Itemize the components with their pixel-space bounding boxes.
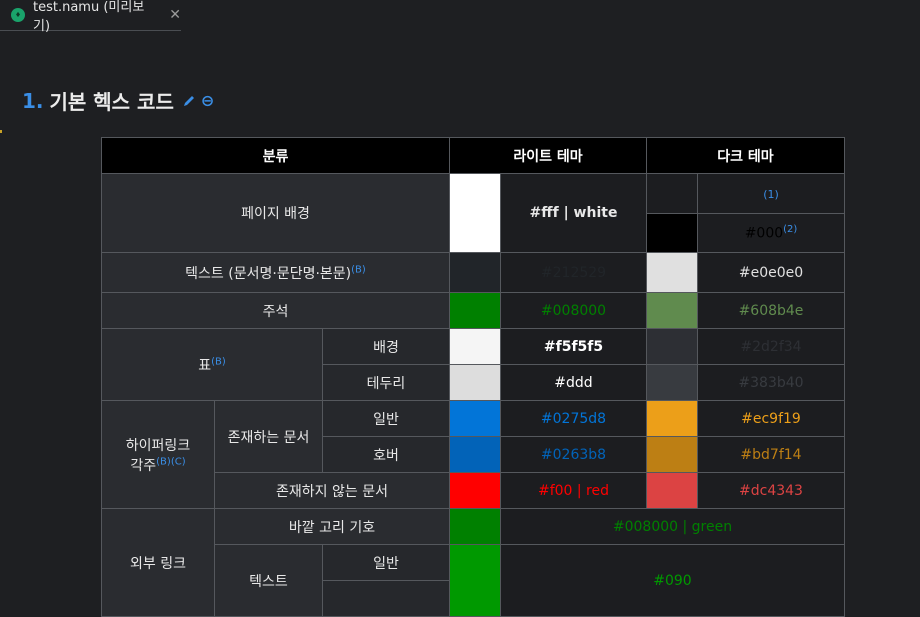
- row-label-table-label: 표: [198, 357, 212, 374]
- header-dark-theme: 다크 테마: [646, 137, 845, 174]
- swatch-missing-dark: [646, 472, 698, 509]
- footnote-bc-hyperlink[interactable]: (B)(C): [156, 456, 185, 467]
- gutter-marker: [0, 130, 2, 133]
- section-title: 기본 헥스 코드: [49, 90, 174, 114]
- row-label-table: 표(B): [101, 328, 323, 401]
- code-comment-dark: #608b4e: [697, 292, 845, 329]
- code-link-normal-dark: #ec9f19: [697, 400, 845, 437]
- row-label-table-bg: 배경: [322, 328, 450, 365]
- code-page-bg-dark-1: (1): [697, 173, 845, 214]
- edit-pencil-icon[interactable]: [182, 94, 196, 108]
- row-label-existing-doc: 존재하는 문서: [214, 400, 323, 473]
- row-label-hyperlink: 하이퍼링크각주(B)(C): [101, 400, 215, 509]
- tab-test-namu-preview[interactable]: ♦ test.namu (미리보기) ✕: [0, 0, 181, 34]
- code-link-hover-dark: #bd7f14: [697, 436, 845, 473]
- code-page-bg-dark-2-text: #000: [744, 225, 784, 242]
- footnote-link-1[interactable]: (1): [763, 188, 779, 201]
- code-page-bg-dark-2: #000(2): [697, 213, 845, 253]
- collapse-icon[interactable]: ⊖: [201, 91, 214, 110]
- swatch-comment-light: [449, 292, 501, 329]
- footnote-link-2[interactable]: (2): [783, 224, 797, 235]
- swatch-link-hover-light: [449, 436, 501, 473]
- swatch-page-bg-dark-2: [646, 213, 698, 253]
- code-text-light: #212529: [500, 252, 647, 293]
- swatch-table-bg-light: [449, 328, 501, 365]
- namu-file-icon: ♦: [11, 8, 25, 22]
- swatch-text-dark: [646, 252, 698, 293]
- row-label-ext-text-normal: 일반: [322, 544, 450, 581]
- code-ext-text: #090: [500, 544, 845, 617]
- code-link-hover-light: #0263b8: [500, 436, 647, 473]
- hyperlink-label-line2: 각주: [130, 457, 157, 474]
- row-label-link-normal: 일반: [322, 400, 450, 437]
- row-label-missing-doc: 존재하지 않는 문서: [214, 472, 450, 509]
- close-icon[interactable]: ✕: [169, 7, 181, 23]
- code-text-dark: #e0e0e0: [697, 252, 845, 293]
- code-missing-light: #f00 | red: [500, 472, 647, 509]
- row-label-comment: 주석: [101, 292, 450, 329]
- swatch-link-normal-dark: [646, 400, 698, 437]
- code-table-border-dark: #383b40: [697, 364, 845, 401]
- swatch-link-normal-light: [449, 400, 501, 437]
- code-table-border-light: #ddd: [500, 364, 647, 401]
- footnote-b-table[interactable]: (B): [211, 356, 226, 367]
- code-link-normal-light: #0275d8: [500, 400, 647, 437]
- header-category: 분류: [101, 137, 450, 174]
- row-label-text: 텍스트 (문서명·문단명·본문)(B): [101, 252, 450, 293]
- tab-title: test.namu (미리보기): [33, 0, 145, 34]
- swatch-page-bg-light: [449, 173, 501, 253]
- row-label-outer-ring: 바깥 고리 기호: [214, 508, 450, 545]
- swatch-outer-ring: [449, 508, 501, 545]
- code-outer-ring: #008000 | green: [500, 508, 845, 545]
- code-missing-dark: #dc4343: [697, 472, 845, 509]
- row-label-link-hover: 호버: [322, 436, 450, 473]
- tab-bar: ♦ test.namu (미리보기) ✕: [0, 0, 920, 34]
- swatch-link-hover-dark: [646, 436, 698, 473]
- code-table-bg-light: #f5f5f5: [500, 328, 647, 365]
- row-label-table-border: 테두리: [322, 364, 450, 401]
- row-label-page-bg: 페이지 배경: [101, 173, 450, 253]
- header-light-theme: 라이트 테마: [449, 137, 647, 174]
- swatch-ext-text: [449, 544, 501, 617]
- swatch-missing-light: [449, 472, 501, 509]
- swatch-table-border-dark: [646, 364, 698, 401]
- swatch-page-bg-dark-1: [646, 173, 698, 214]
- row-label-ext-text-hover: [322, 580, 450, 617]
- section-number: 1.: [22, 88, 44, 113]
- hyperlink-label-line1: 하이퍼링크: [125, 437, 191, 454]
- row-label-text-label: 텍스트 (문서명·문단명·본문): [185, 265, 352, 282]
- swatch-comment-dark: [646, 292, 698, 329]
- code-page-bg-light: #fff | white: [500, 173, 647, 253]
- swatch-text-light: [449, 252, 501, 293]
- row-label-external-link: 외부 링크: [101, 508, 215, 617]
- footnote-b-text[interactable]: (B): [351, 264, 366, 275]
- row-label-ext-text: 텍스트: [214, 544, 323, 617]
- section-heading: 1. 기본 헥스 코드 ⊖: [22, 86, 214, 115]
- hex-code-table: 분류 라이트 테마 다크 테마 페이지 배경 #fff | white (1) …: [101, 137, 845, 617]
- swatch-table-bg-dark: [646, 328, 698, 365]
- swatch-table-border-light: [449, 364, 501, 401]
- code-table-bg-dark: #2d2f34: [697, 328, 845, 365]
- code-comment-light: #008000: [500, 292, 647, 329]
